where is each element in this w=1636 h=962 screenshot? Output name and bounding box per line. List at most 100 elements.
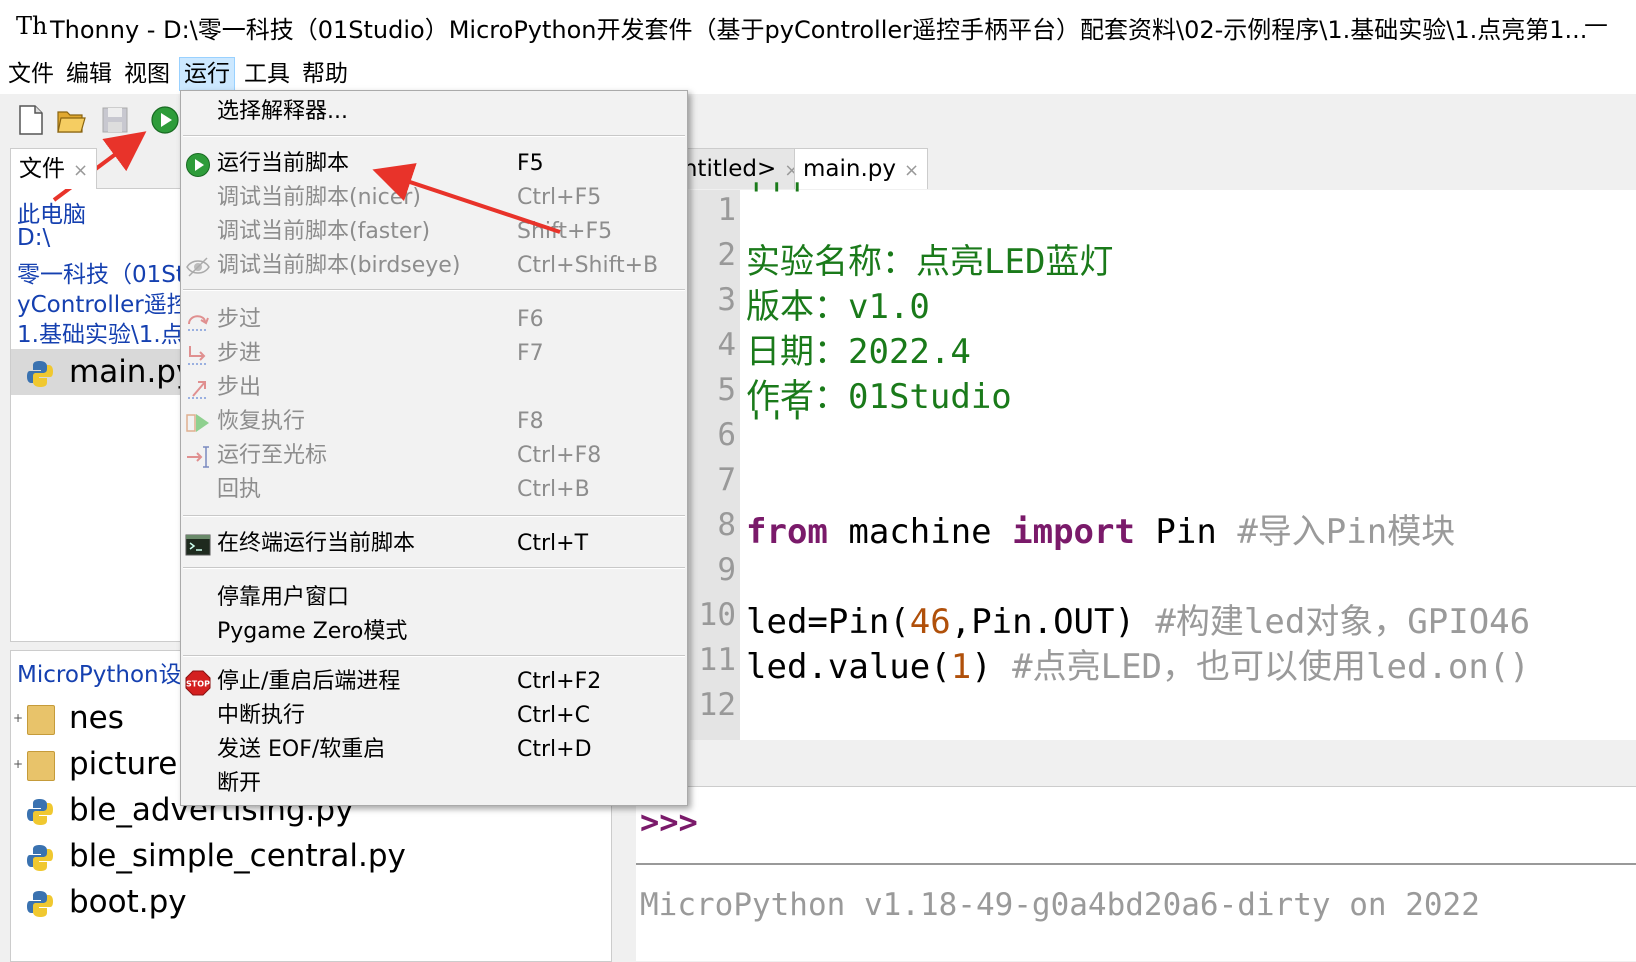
menu-item-step-over[interactable]: 步过 F6 [181,303,687,337]
run-to-cursor-icon [187,446,209,468]
python-file-icon [27,844,53,871]
tab-main-label: main.py [803,156,896,182]
menu-item-interrupt[interactable]: 中断执行 Ctrl+C [181,699,687,733]
item-name: ble_simple_central.py [69,838,406,874]
python-file-icon [27,798,53,825]
list-item[interactable]: nes [27,695,124,741]
tab-files-label: 文件 [19,156,65,182]
menu-item-pygame-zero[interactable]: Pygame Zero模式 [181,615,687,649]
menu-item-stop-restart[interactable]: STOP 停止/重启后端进程 Ctrl+F2 [181,665,687,699]
save-icon[interactable] [100,104,130,136]
list-item[interactable]: picture [27,741,177,787]
menu-item-send-eof[interactable]: 发送 EOF/软重启 Ctrl+D [181,733,687,767]
line-number: 1 [717,192,736,228]
open-folder-icon[interactable] [56,104,86,136]
menu-separator [183,567,685,569]
path-folder-1[interactable]: 零一科技（01St [17,255,185,289]
menu-separator [183,135,685,137]
path-this-pc[interactable]: 此电脑 [17,195,86,229]
menu-file[interactable]: 文件 [4,58,58,90]
svg-text:STOP: STOP [186,680,210,689]
code-line-3: 版本：v1.0 [746,287,930,327]
menu-item-run-in-terminal[interactable]: 在终端运行当前脚本 Ctrl+T [181,527,687,561]
file-name: main.py [69,354,195,390]
code-line-11: led.value(1) #点亮LED，也可以使用led.on() [746,647,1530,687]
line-number: 8 [717,507,736,543]
line-number: 12 [698,687,736,723]
menu-separator [183,655,685,657]
files-panel: 此电脑 D:\ 零一科技（01St yController遥控 1.基础实验\1… [10,188,194,642]
menu-view[interactable]: 视图 [120,58,174,90]
menu-item-debug-birdseye[interactable]: 调试当前脚本(birdseye) Ctrl+Shift+B [181,249,687,283]
terminal-icon [185,534,211,556]
close-icon[interactable]: × [904,160,919,181]
code-line-10: led=Pin(46,Pin.OUT) #构建led对象，GPIO46 [746,602,1531,642]
menu-item-select-interpreter[interactable]: 选择解释器... [181,95,687,129]
menu-bar: 文件 编辑 视图 运行 工具 帮助 [0,54,1636,94]
menu-item-debug-nicer[interactable]: 调试当前脚本(nicer) Ctrl+F5 [181,181,687,215]
menu-tools[interactable]: 工具 [240,58,294,90]
menu-item-dock-user-windows[interactable]: 停靠用户窗口 [181,581,687,615]
menu-item-resume[interactable]: 恢复执行 F8 [181,405,687,439]
menu-item-disconnect[interactable]: 断开 [181,767,687,801]
run-icon [186,153,210,177]
step-into-icon [188,346,208,365]
python-file-icon [27,890,53,917]
run-icon[interactable] [150,104,180,136]
close-icon[interactable]: × [73,160,88,181]
menu-separator [183,289,685,291]
expand-icon[interactable]: + [13,757,23,771]
item-name: boot.py [69,884,187,920]
folder-icon [27,704,55,735]
shell-prompt: >>> [640,803,698,841]
path-folder-2[interactable]: yController遥控 [17,285,190,319]
file-row-selected[interactable]: main.py [11,349,194,395]
menu-separator [183,515,685,517]
menu-item-run-script[interactable]: 运行当前脚本 F5 [181,147,687,181]
thonny-logo-icon: Th [16,12,48,40]
step-over-icon [188,315,209,331]
shell-panel[interactable]: >>> MicroPython v1.18-49-g0a4bd20a6-dirt… [636,786,1636,961]
menu-item-step-back[interactable]: 回执 Ctrl+B [181,473,687,507]
step-out-icon [188,381,208,399]
minimize-button[interactable]: — [1584,10,1608,38]
line-number: 6 [717,417,736,453]
menu-help[interactable]: 帮助 [298,58,352,90]
folder-icon [27,750,55,781]
line-number: 10 [698,597,736,633]
menu-item-step-out[interactable]: 步出 [181,371,687,405]
code-line-6: ''' [746,404,808,444]
window-title: Thonny - D:\零一科技（01Studio）MicroPython开发套… [50,16,1588,44]
line-number: 5 [717,372,736,408]
code-line-1: ''' [746,176,808,216]
menu-edit[interactable]: 编辑 [62,58,116,90]
line-number: 4 [717,327,736,363]
tab-main-py[interactable]: main.py × [794,148,929,189]
device-panel-title: MicroPython设 [17,662,182,688]
item-name: nes [69,700,124,736]
shell-banner: MicroPython v1.18-49-g0a4bd20a6-dirty on… [640,887,1480,923]
shell-divider [636,863,1636,865]
list-item[interactable]: ble_simple_central.py [25,833,406,879]
path-folder-3[interactable]: 1.基础实验\1.点 [17,315,184,349]
path-drive[interactable]: D:\ [17,225,50,251]
code-line-2: 实验名称：点亮LED蓝灯 [746,242,1114,282]
resume-icon [186,414,209,432]
run-menu-dropdown: 选择解释器... 运行当前脚本 F5 调试当前脚本(nicer) Ctrl+F5… [180,90,688,806]
tab-files[interactable]: 文件 × [10,148,98,189]
list-item[interactable]: boot.py [25,879,187,925]
line-number: 11 [698,642,736,678]
code-line-8: from machine import Pin #导入Pin模块 [746,512,1456,552]
menu-item-step-into[interactable]: 步进 F7 [181,337,687,371]
expand-icon[interactable]: + [13,711,23,725]
code-line-4: 日期：2022.4 [746,332,971,372]
title-bar: Th Thonny - D:\零一科技（01Studio）MicroPython… [0,0,1636,54]
menu-run[interactable]: 运行 [179,57,235,91]
line-number: 7 [717,462,736,498]
stop-icon: STOP [185,670,211,696]
line-number: 3 [717,282,736,318]
item-name: picture [69,746,178,782]
menu-item-run-to-cursor[interactable]: 运行至光标 Ctrl+F8 [181,439,687,473]
menu-item-debug-faster[interactable]: 调试当前脚本(faster) Shift+F5 [181,215,687,249]
new-file-icon[interactable] [16,104,46,136]
